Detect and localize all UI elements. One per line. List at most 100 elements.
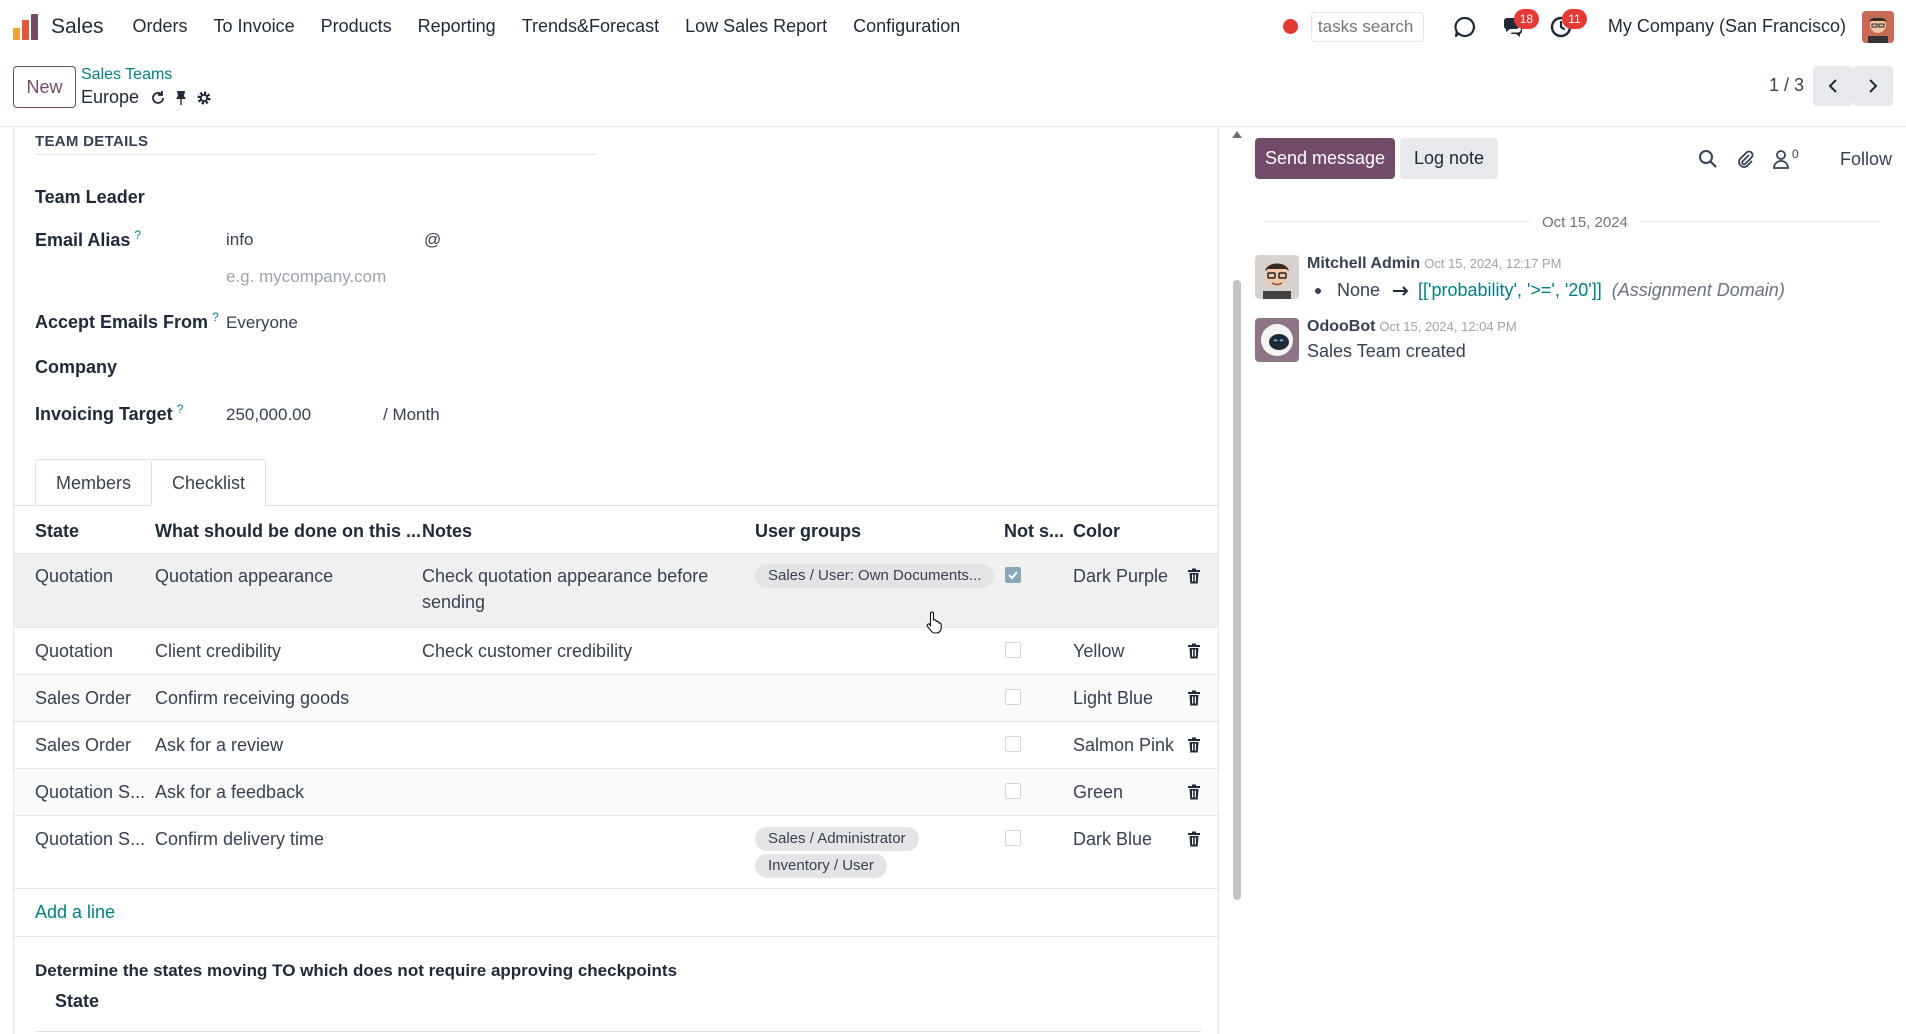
company-switcher[interactable]: My Company (San Francisco) (1608, 16, 1846, 37)
email-domain-field[interactable]: e.g. mycompany.com (226, 267, 386, 287)
cell-task[interactable]: Ask for a review (155, 735, 283, 756)
trash-icon[interactable] (1186, 831, 1202, 847)
user-group-tag[interactable]: Sales / User: Own Documents... (755, 564, 995, 588)
not-skippable-checkbox[interactable] (1005, 689, 1021, 705)
menu-products[interactable]: Products (308, 16, 405, 37)
follow-button[interactable]: Follow (1840, 149, 1892, 170)
not-skippable-checkbox[interactable] (1005, 567, 1021, 583)
table-row[interactable]: Quotation Quotation appearance Check quo… (14, 554, 1218, 628)
accept-emails-from-field[interactable]: Everyone (226, 313, 298, 333)
trash-icon[interactable] (1186, 784, 1202, 800)
search-icon[interactable] (1698, 149, 1718, 169)
cell-state[interactable]: Quotation S... (35, 829, 145, 850)
trash-icon[interactable] (1186, 643, 1202, 659)
app-name[interactable]: Sales (51, 15, 104, 39)
menu-to-invoice[interactable]: To Invoice (201, 16, 308, 37)
check-icon (1008, 571, 1018, 580)
help-tooltip-mark[interactable]: ? (177, 402, 184, 416)
email-alias-field[interactable]: info (226, 230, 253, 250)
not-skippable-checkbox[interactable] (1005, 783, 1021, 799)
cell-notes-line2[interactable]: sending (422, 592, 485, 613)
cell-state[interactable]: Sales Order (35, 735, 131, 756)
table-row[interactable]: Quotation Client credibility Check custo… (14, 628, 1218, 675)
log-note-button[interactable]: Log note (1400, 138, 1498, 179)
new-button[interactable]: New (13, 66, 76, 108)
help-tooltip-mark[interactable]: ? (212, 310, 219, 324)
cell-state[interactable]: Quotation S... (35, 782, 145, 803)
menu-reporting[interactable]: Reporting (405, 16, 509, 37)
cell-color[interactable]: Dark Blue (1073, 829, 1152, 850)
cell-color[interactable]: Yellow (1073, 641, 1124, 662)
cell-color[interactable]: Green (1073, 782, 1123, 803)
cell-color[interactable]: Light Blue (1073, 688, 1153, 709)
user-avatar[interactable] (1862, 10, 1894, 43)
cell-state[interactable]: Quotation (35, 641, 113, 662)
cell-task[interactable]: Confirm receiving goods (155, 688, 349, 709)
author-avatar[interactable] (1255, 255, 1299, 299)
trash-icon[interactable] (1186, 737, 1202, 753)
add-line-link[interactable]: Add a line (35, 902, 115, 923)
tracking-field-name: (Assignment Domain) (1611, 280, 1785, 300)
column-header-state[interactable]: State (35, 521, 79, 542)
invoicing-target-field[interactable]: 250,000.00 (226, 405, 311, 425)
cell-color[interactable]: Salmon Pink (1073, 735, 1174, 756)
message-author[interactable]: Mitchell Admin Oct 15, 2024, 12:17 PM (1307, 255, 1562, 273)
cell-notes[interactable]: Check customer credibility (422, 641, 632, 662)
states-column-header[interactable]: State (55, 991, 99, 1012)
menu-low-sales-report[interactable]: Low Sales Report (672, 16, 840, 37)
pager-value[interactable]: 1 / 3 (1769, 75, 1804, 96)
cell-state[interactable]: Sales Order (35, 688, 131, 709)
cell-user-groups[interactable]: Sales / Administrator (755, 827, 919, 851)
column-header-notes[interactable]: Notes (422, 521, 472, 542)
trash-icon[interactable] (1186, 690, 1202, 706)
message-author[interactable]: OdooBot Oct 15, 2024, 12:04 PM (1307, 318, 1517, 336)
refresh-icon[interactable] (149, 89, 167, 107)
messages-icon[interactable]: 18 (1500, 8, 1539, 40)
column-header-not-skippable[interactable]: Not s... (1004, 521, 1064, 542)
cell-color[interactable]: Dark Purple (1073, 566, 1168, 587)
user-group-tag[interactable]: Inventory / User (755, 854, 887, 878)
menu-orders[interactable]: Orders (120, 16, 201, 37)
cell-state[interactable]: Quotation (35, 566, 113, 587)
table-row[interactable]: Sales Order Ask for a review Salmon Pink (14, 722, 1218, 769)
not-skippable-checkbox[interactable] (1005, 642, 1021, 658)
pager-next-button[interactable] (1853, 66, 1893, 106)
chevron-left-icon (1828, 79, 1837, 93)
column-header-task[interactable]: What should be done on this ... (155, 521, 421, 542)
cell-task[interactable]: Client credibility (155, 641, 281, 662)
paperclip-icon[interactable] (1735, 149, 1755, 169)
not-skippable-checkbox[interactable] (1005, 736, 1021, 752)
cell-task[interactable]: Confirm delivery time (155, 829, 324, 850)
table-row[interactable]: Quotation S... Ask for a feedback Green (14, 769, 1218, 816)
tab-checklist[interactable]: Checklist (151, 459, 267, 506)
help-tooltip-mark[interactable]: ? (134, 228, 141, 242)
gear-icon[interactable] (195, 89, 213, 107)
table-row[interactable]: Quotation S... Confirm delivery time Sal… (14, 816, 1218, 889)
column-header-color[interactable]: Color (1073, 521, 1120, 542)
cell-task[interactable]: Ask for a feedback (155, 782, 304, 803)
trash-icon[interactable] (1186, 568, 1202, 584)
tasks-search-input[interactable] (1310, 11, 1424, 42)
tab-members[interactable]: Members (35, 459, 152, 506)
cell-task[interactable]: Quotation appearance (155, 566, 333, 587)
pin-icon[interactable] (172, 89, 190, 107)
sales-app-icon[interactable] (13, 13, 39, 40)
activities-clock-icon[interactable]: 11 (1548, 8, 1587, 40)
breadcrumb-sales-teams[interactable]: Sales Teams (81, 66, 172, 84)
menu-trends-forecast[interactable]: Trends&Forecast (509, 16, 672, 37)
odoobot-avatar[interactable] (1255, 318, 1299, 362)
send-message-button[interactable]: Send message (1255, 138, 1395, 179)
not-skippable-checkbox[interactable] (1005, 830, 1021, 846)
discuss-icon[interactable] (1452, 14, 1478, 40)
record-dot-icon[interactable] (1282, 19, 1298, 34)
invoicing-target-label: Invoicing Target? (35, 402, 184, 424)
followers-icon[interactable]: 0 (1772, 147, 1802, 169)
cell-notes[interactable]: Check quotation appearance before (422, 566, 708, 587)
cell-user-groups[interactable]: Sales / User: Own Documents... (755, 564, 995, 588)
cell-user-groups-line2[interactable]: Inventory / User (755, 854, 887, 878)
menu-configuration[interactable]: Configuration (840, 16, 973, 37)
table-row[interactable]: Sales Order Confirm receiving goods Ligh… (14, 675, 1218, 722)
column-header-user-groups[interactable]: User groups (755, 521, 861, 542)
pager-previous-button[interactable] (1813, 66, 1853, 106)
user-group-tag[interactable]: Sales / Administrator (755, 827, 919, 851)
